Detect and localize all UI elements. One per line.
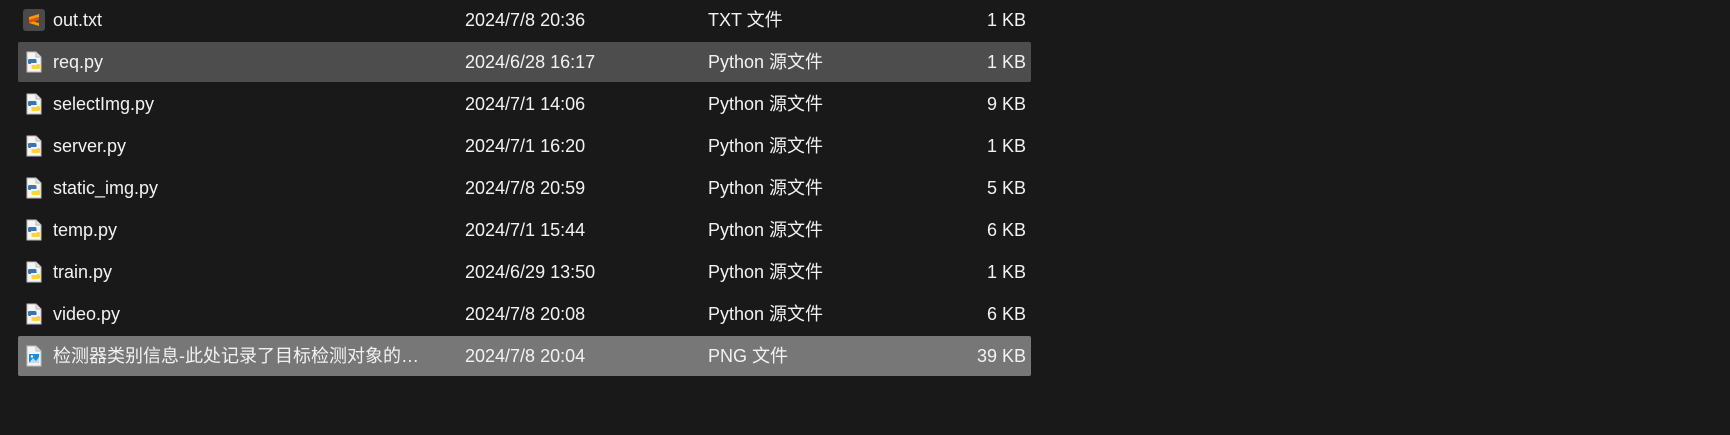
- python-file-icon: [23, 261, 45, 283]
- file-date: 2024/7/1 15:44: [465, 220, 586, 240]
- file-row-train-py[interactable]: train.py 2024/6/29 13:50 Python 源文件 1 KB: [18, 252, 1031, 292]
- file-size: 9 KB: [986, 94, 1026, 114]
- file-row-server-py[interactable]: server.py 2024/7/1 16:20 Python 源文件 1 KB: [18, 126, 1031, 166]
- file-row-selectimg-py[interactable]: selectImg.py 2024/7/1 14:06 Python 源文件 9…: [18, 84, 1031, 124]
- python-file-icon: [23, 219, 45, 241]
- file-date: 2024/7/8 20:04: [465, 346, 586, 366]
- file-date: 2024/7/1 16:20: [465, 136, 586, 156]
- file-row-static-img-py[interactable]: static_img.py 2024/7/8 20:59 Python 源文件 …: [18, 168, 1031, 208]
- file-list: out.txt 2024/7/8 20:36 TXT 文件 1 KB req.p…: [0, 0, 1730, 435]
- file-row-out-txt[interactable]: out.txt 2024/7/8 20:36 TXT 文件 1 KB: [18, 0, 1031, 40]
- file-row-temp-py[interactable]: temp.py 2024/7/1 15:44 Python 源文件 6 KB: [18, 210, 1031, 250]
- file-date: 2024/6/29 13:50: [465, 262, 596, 282]
- file-size: 1 KB: [986, 136, 1026, 156]
- png-image-icon: [23, 345, 45, 367]
- file-name: train.py: [53, 262, 113, 282]
- file-name: 检测器类别信息-此处记录了目标检测对象的类...: [53, 346, 433, 366]
- file-date: 2024/6/28 16:17: [465, 52, 596, 72]
- file-name: req.py: [53, 52, 104, 72]
- file-name: static_img.py: [53, 178, 159, 198]
- file-name: out.txt: [53, 10, 103, 30]
- file-size: 39 KB: [976, 346, 1026, 366]
- file-size: 6 KB: [986, 304, 1026, 324]
- python-file-icon: [23, 177, 45, 199]
- file-size: 1 KB: [986, 262, 1026, 282]
- python-file-icon: [23, 51, 45, 73]
- python-file-icon: [23, 135, 45, 157]
- file-name: video.py: [53, 304, 121, 324]
- file-size: 5 KB: [986, 178, 1026, 198]
- file-date: 2024/7/8 20:08: [465, 304, 586, 324]
- file-date: 2024/7/8 20:36: [465, 10, 586, 30]
- file-row-detector-png[interactable]: 检测器类别信息-此处记录了目标检测对象的类... 2024/7/8 20:04 …: [18, 336, 1031, 376]
- file-name: temp.py: [53, 220, 118, 240]
- sublime-text-icon: [23, 9, 45, 31]
- file-size: 6 KB: [986, 220, 1026, 240]
- file-size: 1 KB: [986, 10, 1026, 30]
- file-row-video-py[interactable]: video.py 2024/7/8 20:08 Python 源文件 6 KB: [18, 294, 1031, 334]
- file-row-req-py[interactable]: req.py 2024/6/28 16:17 Python 源文件 1 KB: [18, 42, 1031, 82]
- file-date: 2024/7/1 14:06: [465, 94, 586, 114]
- file-date: 2024/7/8 20:59: [465, 178, 586, 198]
- file-name: server.py: [53, 136, 127, 156]
- python-file-icon: [23, 303, 45, 325]
- python-file-icon: [23, 93, 45, 115]
- file-size: 1 KB: [986, 52, 1026, 72]
- file-name: selectImg.py: [53, 94, 155, 114]
